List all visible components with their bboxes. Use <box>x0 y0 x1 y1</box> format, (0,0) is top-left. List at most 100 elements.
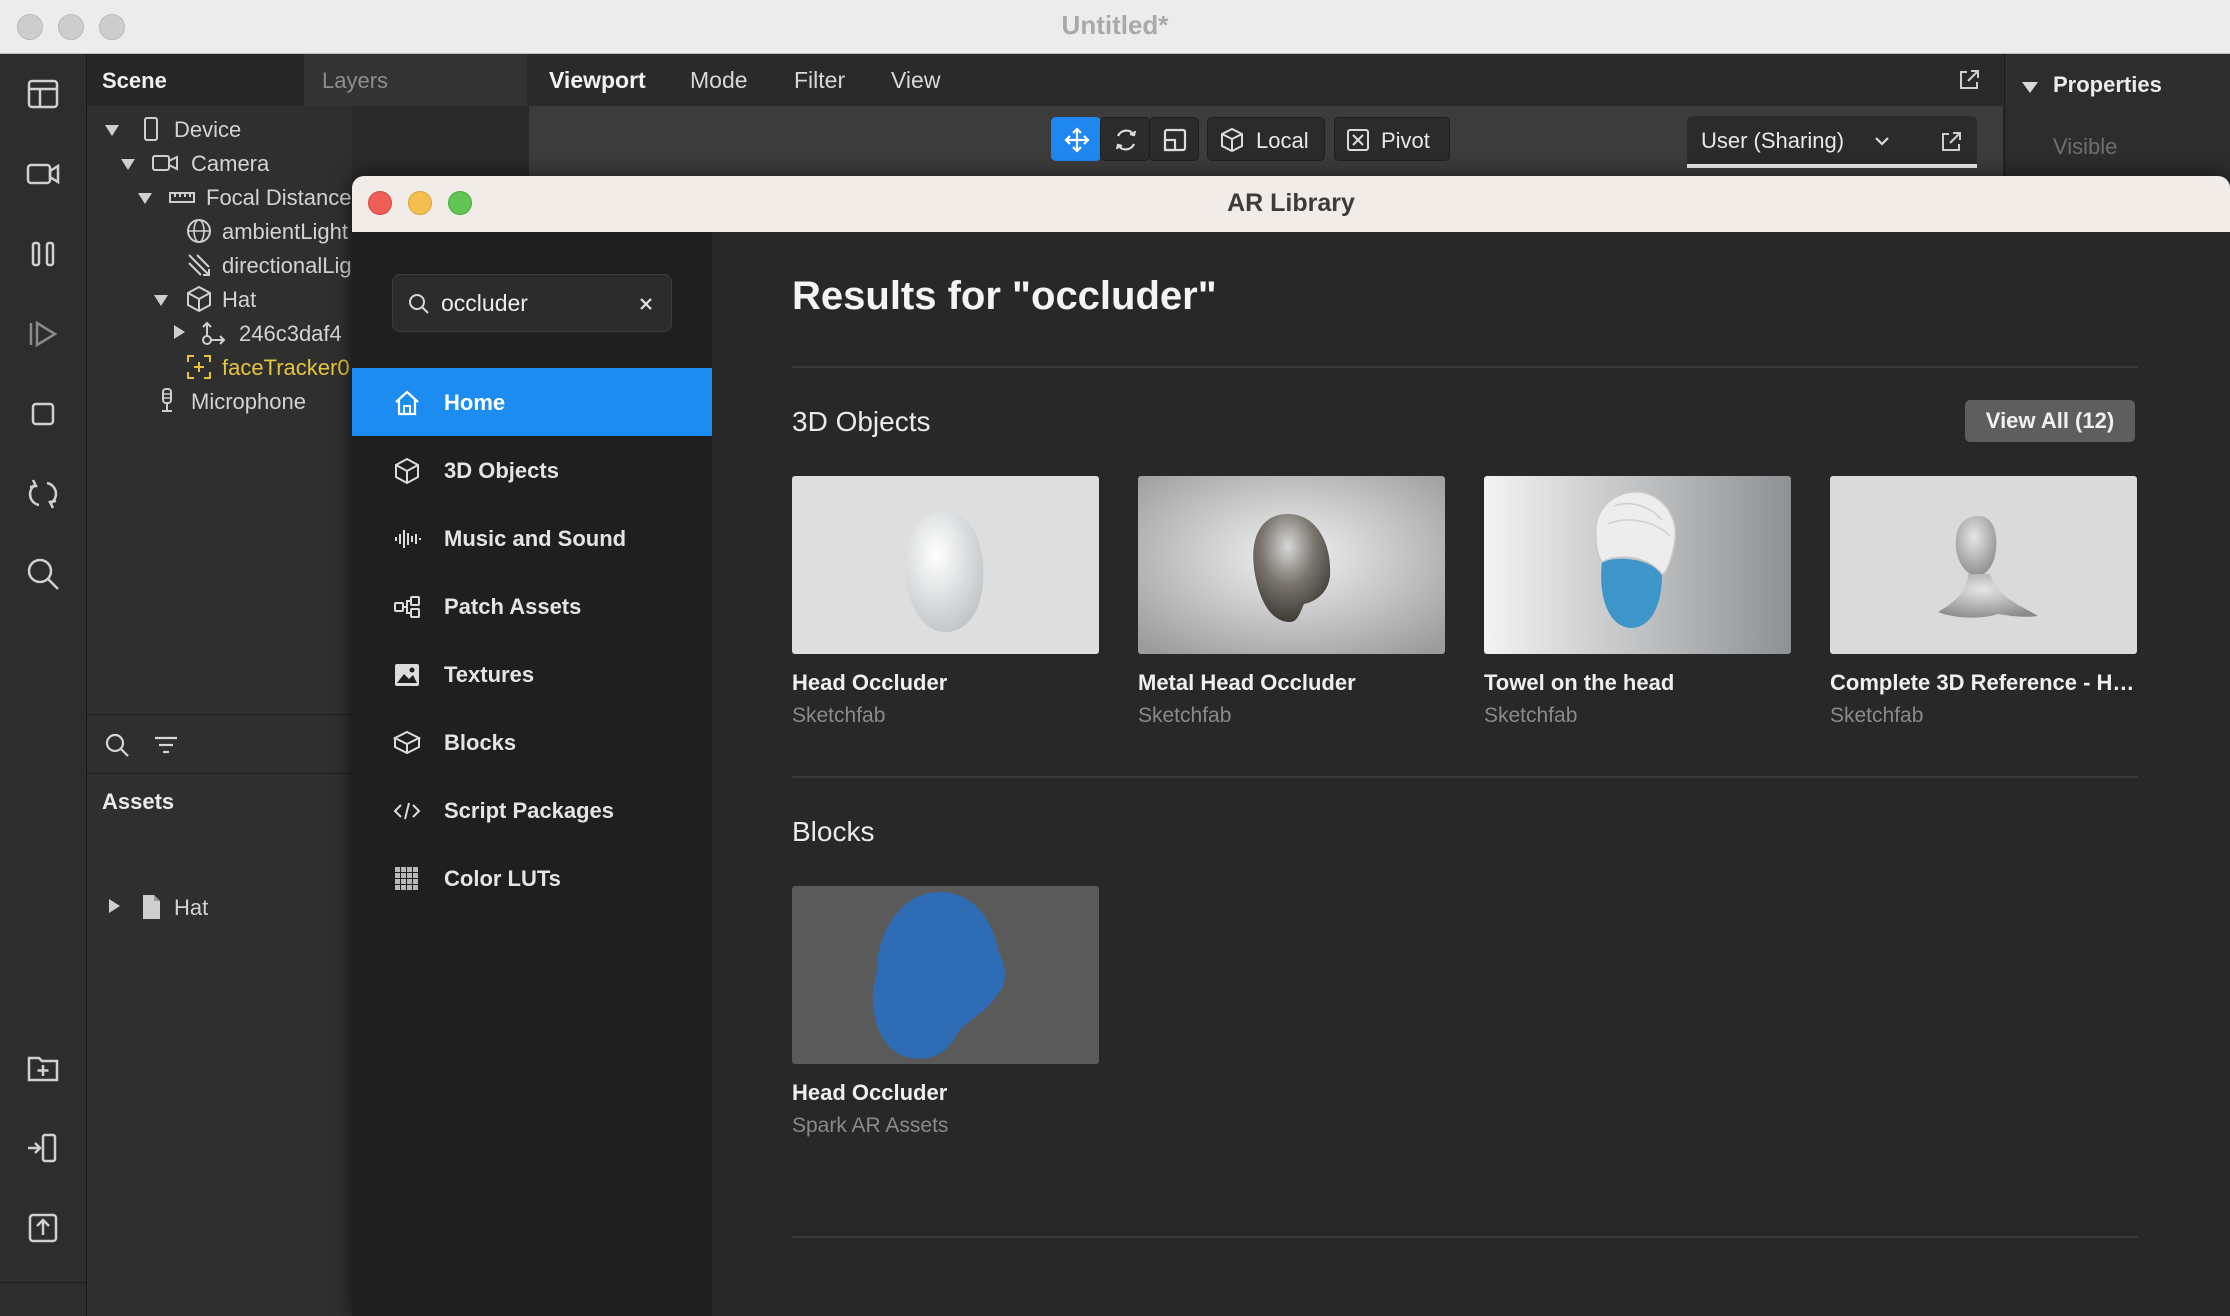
result-card-complete-3d-reference[interactable]: Complete 3D Reference - Human Head Sketc… <box>1830 476 2137 736</box>
scene-tabs: Scene Layers <box>87 54 527 106</box>
pivot-button[interactable]: Pivot <box>1334 117 1450 161</box>
left-tool-rail <box>0 54 87 1316</box>
card-source: Spark AR Assets <box>792 1114 949 1137</box>
cube-icon <box>395 457 419 485</box>
code-icon <box>393 802 421 820</box>
popout-icon[interactable] <box>1957 68 1981 92</box>
layout-icon[interactable] <box>25 76 61 112</box>
grid-icon <box>395 867 418 890</box>
tree-item-ambient-light[interactable]: ambientLight <box>87 214 352 248</box>
nav-textures[interactable]: Textures <box>352 640 712 708</box>
user-sharing-label: User (Sharing) <box>1701 128 1845 153</box>
card-source: Sketchfab <box>1138 704 1232 727</box>
tree-item-camera[interactable]: Camera <box>87 146 352 180</box>
card-source: Sketchfab <box>1484 704 1578 727</box>
tree-item-microphone[interactable]: Microphone <box>87 384 352 418</box>
search-icon[interactable] <box>25 556 61 592</box>
nav-script-packages[interactable]: Script Packages <box>352 776 712 844</box>
card-title: Head Occluder <box>792 1080 948 1105</box>
card-thumbnail <box>1830 476 2137 654</box>
nav-music-and-sound[interactable]: Music and Sound <box>352 504 712 572</box>
nav-color-luts[interactable]: Color LUTs <box>352 844 712 912</box>
import-icon[interactable] <box>25 1130 61 1166</box>
library-search-input[interactable] <box>441 285 621 321</box>
nav-patch-assets[interactable]: Patch Assets <box>352 572 712 640</box>
properties-title: Properties <box>2053 72 2162 97</box>
window-title: Untitled* <box>1061 10 1169 40</box>
expand-icon[interactable] <box>138 193 152 204</box>
library-search-box <box>392 274 672 332</box>
menu-filter[interactable]: Filter <box>794 67 845 94</box>
chevron-down-icon[interactable] <box>2022 82 2038 93</box>
assets-title: Assets <box>102 789 175 814</box>
tree-item-hat[interactable]: Hat <box>87 282 352 316</box>
file-icon <box>143 895 160 919</box>
image-icon <box>395 664 419 686</box>
microphone-icon <box>162 388 172 412</box>
nav-3d-objects[interactable]: 3D Objects <box>352 436 712 504</box>
stop-icon[interactable] <box>25 396 61 432</box>
pause-icon[interactable] <box>25 236 61 272</box>
scale-icon <box>1163 128 1187 152</box>
filter-icon[interactable] <box>153 732 179 758</box>
local-space-button[interactable]: Local <box>1207 117 1325 161</box>
card-thumbnail <box>792 886 1099 1064</box>
ar-library-title: AR Library <box>1227 189 1355 217</box>
tree-item-device[interactable]: Device <box>87 112 352 146</box>
rotate-icon <box>1115 129 1137 151</box>
scale-tool-button[interactable] <box>1149 117 1199 161</box>
collapse-icon[interactable] <box>174 325 185 339</box>
home-icon <box>395 390 419 416</box>
play-icon[interactable] <box>25 316 61 352</box>
tab-layers[interactable]: Layers <box>322 54 388 106</box>
move-tool-button[interactable] <box>1051 117 1101 161</box>
tree-item-246c3daf4[interactable]: 246c3daf4 <box>87 316 352 350</box>
rotate-tool-button[interactable] <box>1100 117 1150 161</box>
add-folder-icon[interactable] <box>25 1050 61 1086</box>
nav-blocks[interactable]: Blocks <box>352 708 712 776</box>
refresh-icon[interactable] <box>25 476 61 512</box>
view-all-button[interactable]: View All (12) <box>1965 400 2135 442</box>
ruler-icon <box>169 192 195 203</box>
asset-item-hat[interactable]: Hat <box>87 890 352 924</box>
ar-library-results: Results for "occluder" 3D Objects View A… <box>712 232 2230 1316</box>
ar-library-sidebar: Home 3D Objects Music and Sound Patch As… <box>352 232 712 1316</box>
rail-divider <box>0 1282 86 1283</box>
tree-item-focal-distance[interactable]: Focal Distance <box>87 180 352 214</box>
search-icon[interactable] <box>104 732 130 758</box>
tree-item-face-tracker[interactable]: faceTracker0 <box>87 350 352 384</box>
visible-label: Visible <box>2053 134 2118 159</box>
popout-icon <box>1942 132 1961 151</box>
card-thumbnail <box>1484 476 1791 654</box>
video-camera-icon[interactable] <box>25 156 61 192</box>
nav-home[interactable]: Home <box>352 368 712 436</box>
section-title-blocks: Blocks <box>792 816 875 847</box>
tree-item-directional-light[interactable]: directionalLight <box>87 248 370 282</box>
tab-scene[interactable]: Scene <box>102 54 167 106</box>
collapse-icon[interactable] <box>109 899 120 913</box>
joint-icon <box>202 321 226 345</box>
globe-icon <box>187 219 211 243</box>
scene-panel: Scene Layers Device Camera Focal Distanc… <box>87 54 527 1316</box>
menu-viewport[interactable]: Viewport <box>549 67 646 94</box>
local-label: Local <box>1256 128 1309 153</box>
waveform-icon <box>395 530 421 548</box>
expand-icon[interactable] <box>154 295 168 306</box>
scene-search-bar <box>87 714 352 774</box>
pivot-icon <box>1347 129 1369 151</box>
result-card-metal-head-occluder[interactable]: Metal Head Occluder Sketchfab <box>1138 476 1445 736</box>
result-card-block-head-occluder[interactable]: Head Occluder Spark AR Assets <box>792 886 1099 1146</box>
expand-icon[interactable] <box>121 159 135 170</box>
upload-icon[interactable] <box>25 1210 61 1246</box>
result-card-head-occluder[interactable]: Head Occluder Sketchfab <box>792 476 1099 736</box>
card-title: Towel on the head <box>1484 670 1675 695</box>
face-tracker-icon <box>187 355 211 379</box>
user-sharing-dropdown[interactable]: User (Sharing) <box>1687 116 1977 168</box>
menu-view[interactable]: View <box>891 67 940 94</box>
menu-mode[interactable]: Mode <box>690 67 748 94</box>
result-card-towel-on-the-head[interactable]: Towel on the head Sketchfab <box>1484 476 1791 736</box>
viewport-menu-bar: Viewport Mode Filter View <box>529 54 2003 106</box>
expand-icon[interactable] <box>105 125 119 136</box>
directional-light-icon <box>188 254 210 276</box>
clear-search-icon[interactable] <box>637 295 655 313</box>
